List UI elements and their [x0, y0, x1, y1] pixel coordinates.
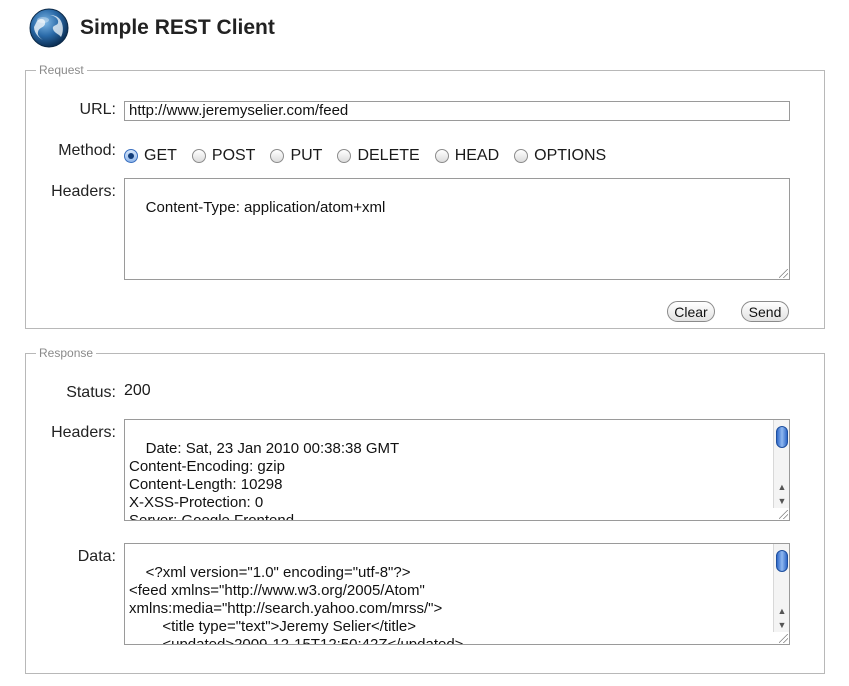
radio-unselected-icon [270, 149, 285, 163]
radio-unselected-icon [514, 149, 529, 163]
method-radio-put[interactable]: PUT [270, 147, 322, 165]
request-panel: Request URL: http://www.jeremyselier.com… [25, 63, 825, 329]
method-put-label: PUT [290, 147, 323, 164]
response-data-textarea[interactable]: <?xml version="1.0" encoding="utf-8"?> <… [124, 543, 790, 645]
globe-icon [29, 8, 69, 48]
status-label: Status: [66, 384, 116, 401]
resize-grip-icon[interactable] [779, 510, 788, 519]
response-headers-textarea[interactable]: Date: Sat, 23 Jan 2010 00:38:38 GMT Cont… [124, 419, 790, 521]
request-headers-label: Headers: [51, 183, 116, 200]
url-label: URL: [79, 101, 116, 118]
radio-unselected-icon [434, 149, 449, 163]
response-headers-scrollbar[interactable]: ▲ ▼ [773, 420, 789, 508]
method-radio-get[interactable]: GET [124, 147, 177, 165]
method-radio-delete[interactable]: DELETE [337, 147, 420, 165]
clear-button[interactable]: Clear [667, 301, 715, 322]
method-label: Method: [58, 142, 116, 159]
response-data-scrollbar[interactable]: ▲ ▼ [773, 544, 789, 632]
scroll-down-icon[interactable]: ▼ [774, 618, 789, 632]
method-post-label: POST [211, 147, 256, 164]
response-headers-label: Headers: [51, 424, 116, 441]
radio-selected-icon [124, 149, 138, 163]
response-panel: Response Status: 200 Headers: Date: Sat,… [25, 346, 825, 674]
response-headers-text: Date: Sat, 23 Jan 2010 00:38:38 GMT Cont… [129, 440, 400, 521]
method-radio-group: GET POST PUT DELETE HEAD OPTIONS [124, 147, 621, 165]
method-radio-post[interactable]: POST [191, 147, 256, 165]
status-value: 200 [124, 382, 151, 399]
scroll-thumb[interactable] [776, 426, 788, 448]
url-input[interactable]: http://www.jeremyselier.com/feed [124, 101, 790, 121]
radio-unselected-icon [191, 149, 206, 163]
scroll-thumb[interactable] [776, 550, 788, 572]
method-radio-options[interactable]: OPTIONS [514, 147, 606, 165]
resize-grip-icon[interactable] [779, 269, 788, 278]
method-options-label: OPTIONS [534, 147, 607, 164]
method-get-label: GET [144, 147, 177, 164]
method-head-label: HEAD [454, 147, 500, 164]
request-headers-text: Content-Type: application/atom+xml [145, 199, 386, 216]
app-title: Simple REST Client [80, 16, 275, 39]
request-headers-textarea[interactable]: Content-Type: application/atom+xml [124, 178, 790, 280]
method-radio-head[interactable]: HEAD [434, 147, 500, 165]
resize-grip-icon[interactable] [779, 634, 788, 643]
response-data-text: <?xml version="1.0" encoding="utf-8"?> <… [129, 564, 464, 645]
app-header: Simple REST Client [28, 6, 275, 50]
radio-unselected-icon [337, 149, 352, 163]
send-button[interactable]: Send [741, 301, 789, 322]
data-label: Data: [77, 548, 116, 565]
response-legend: Response [39, 346, 94, 360]
scroll-down-icon[interactable]: ▼ [774, 494, 789, 508]
method-delete-label: DELETE [357, 147, 420, 164]
request-legend: Request [39, 63, 84, 77]
